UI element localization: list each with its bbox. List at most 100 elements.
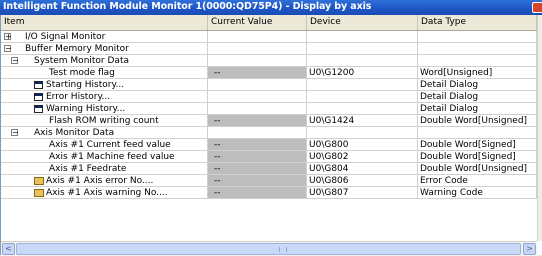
table-row[interactable]: + I/O Signal Monitor <box>1 31 537 43</box>
table-row[interactable]: Axis #1 Axis warning No.... -- U0\G807 Warn… <box>1 187 537 199</box>
data-type-cell: Warning Code <box>418 187 537 199</box>
current-value-cell: -- <box>208 151 307 163</box>
device-cell <box>307 127 418 139</box>
device-cell <box>307 43 418 55</box>
item-label: Axis #1 Machine feed value <box>49 152 175 162</box>
table-row[interactable]: Axis #1 Machine feed value -- U0\G802 Doubl… <box>1 151 537 163</box>
item-cell: Axis #1 Axis warning No.... <box>1 187 208 199</box>
device-cell: U0\G802 <box>307 151 418 163</box>
header-data-type[interactable]: Data Type <box>418 15 537 30</box>
dialog-icon[interactable] <box>34 81 43 89</box>
header-item[interactable]: Item <box>1 15 208 30</box>
item-cell: Flash ROM writing count <box>1 115 208 127</box>
item-cell: Test mode flag <box>1 67 208 79</box>
current-value-cell <box>208 79 307 91</box>
current-value-cell <box>208 103 307 115</box>
item-cell: − Buffer Memory Monitor <box>1 43 208 55</box>
table-row[interactable]: Test mode flag -- U0\G1200 Word[Unsigned] <box>1 67 537 79</box>
table-row[interactable]: Starting History... Detail Dialog <box>1 79 537 91</box>
data-type-cell <box>418 127 537 139</box>
device-cell: U0\G1424 <box>307 115 418 127</box>
data-type-cell: Double Word[Signed] <box>418 139 537 151</box>
monitor-grid: Item Current Value Device Data Type + I/O… <box>0 15 542 256</box>
device-cell <box>307 103 418 115</box>
item-label[interactable]: Axis #1 Axis warning No.... <box>46 187 168 198</box>
device-cell: U0\G1200 <box>307 67 418 79</box>
device-cell <box>307 91 418 103</box>
column-header: Item Current Value Device Data Type <box>1 15 537 31</box>
current-value-cell <box>208 55 307 67</box>
scroll-grip-icon <box>279 247 287 252</box>
expand-icon[interactable]: + <box>4 33 12 41</box>
table-row[interactable]: − Axis Monitor Data <box>1 127 537 139</box>
item-cell: Starting History... <box>1 79 208 91</box>
current-value-cell: -- <box>208 139 307 151</box>
item-cell: + I/O Signal Monitor <box>1 31 208 43</box>
collapse-icon[interactable]: − <box>4 45 12 53</box>
current-value-cell <box>208 31 307 43</box>
device-cell <box>307 31 418 43</box>
item-label: Buffer Memory Monitor <box>25 44 129 54</box>
table-row[interactable]: Warning History... Detail Dialog <box>1 103 537 115</box>
item-label[interactable]: Error History... <box>46 91 110 102</box>
window-title: Intelligent Function Module Monitor 1(00… <box>3 1 372 12</box>
header-device[interactable]: Device <box>307 15 418 30</box>
table-row[interactable]: Axis #1 Feedrate -- U0\G804 Double Word[Uns… <box>1 163 537 175</box>
table-row[interactable]: − System Monitor Data <box>1 55 537 67</box>
data-type-cell: Error Code <box>418 175 537 187</box>
device-cell: U0\G800 <box>307 139 418 151</box>
table-row[interactable]: − Buffer Memory Monitor <box>1 43 537 55</box>
scroll-left-button[interactable]: < <box>2 243 15 255</box>
current-value-cell <box>208 43 307 55</box>
table-row[interactable]: Axis #1 Axis error No.... -- U0\G806 Error … <box>1 175 537 187</box>
device-cell: U0\G806 <box>307 175 418 187</box>
table-row[interactable]: Axis #1 Current feed value -- U0\G800 Doubl… <box>1 139 537 151</box>
item-label: I/O Signal Monitor <box>25 32 106 42</box>
item-label: Flash ROM writing count <box>49 116 159 126</box>
data-type-cell <box>418 55 537 67</box>
data-type-cell: Detail Dialog <box>418 79 537 91</box>
header-current-value[interactable]: Current Value <box>208 15 307 30</box>
dialog-icon[interactable] <box>34 105 43 113</box>
horizontal-scrollbar[interactable]: < > <box>1 241 537 256</box>
collapse-icon[interactable]: − <box>11 57 19 65</box>
data-type-cell: Detail Dialog <box>418 91 537 103</box>
data-type-cell: Detail Dialog <box>418 103 537 115</box>
vertical-scrollbar[interactable] <box>537 15 542 241</box>
table-row[interactable]: Error History... Detail Dialog <box>1 91 537 103</box>
item-cell: Warning History... <box>1 103 208 115</box>
current-value-cell <box>208 91 307 103</box>
item-cell: Axis #1 Feedrate <box>1 163 208 175</box>
current-value-cell <box>208 127 307 139</box>
data-type-cell: Double Word[Signed] <box>418 151 537 163</box>
current-value-cell: -- <box>208 163 307 175</box>
collapse-icon[interactable]: − <box>11 129 19 137</box>
error-code-icon[interactable] <box>34 177 44 185</box>
scroll-right-button[interactable]: > <box>523 243 536 255</box>
item-label[interactable]: Axis #1 Axis error No.... <box>46 175 153 186</box>
data-type-cell: Double Word[Unsigned] <box>418 115 537 127</box>
error-code-icon[interactable] <box>34 189 44 197</box>
dialog-icon[interactable] <box>34 93 43 101</box>
device-cell <box>307 79 418 91</box>
item-cell: Axis #1 Machine feed value <box>1 151 208 163</box>
current-value-cell: -- <box>208 115 307 127</box>
item-label: Axis #1 Feedrate <box>49 164 127 174</box>
data-type-cell: Double Word[Unsigned] <box>418 163 537 175</box>
title-bar: Intelligent Function Module Monitor 1(00… <box>0 0 542 15</box>
item-label[interactable]: Warning History... <box>46 103 125 114</box>
close-button[interactable] <box>532 2 542 13</box>
scroll-thumb[interactable] <box>16 243 521 255</box>
item-label[interactable]: Starting History... <box>46 79 124 90</box>
current-value-cell: -- <box>208 175 307 187</box>
item-cell: Axis #1 Current feed value <box>1 139 208 151</box>
data-type-cell <box>418 31 537 43</box>
item-label: Axis Monitor Data <box>34 128 115 138</box>
item-label: System Monitor Data <box>34 56 129 66</box>
item-label: Axis #1 Current feed value <box>49 140 171 150</box>
device-cell: U0\G804 <box>307 163 418 175</box>
table-row[interactable]: Flash ROM writing count -- U0\G1424 Double … <box>1 115 537 127</box>
item-cell: Error History... <box>1 91 208 103</box>
device-cell: U0\G807 <box>307 187 418 199</box>
current-value-cell: -- <box>208 187 307 199</box>
